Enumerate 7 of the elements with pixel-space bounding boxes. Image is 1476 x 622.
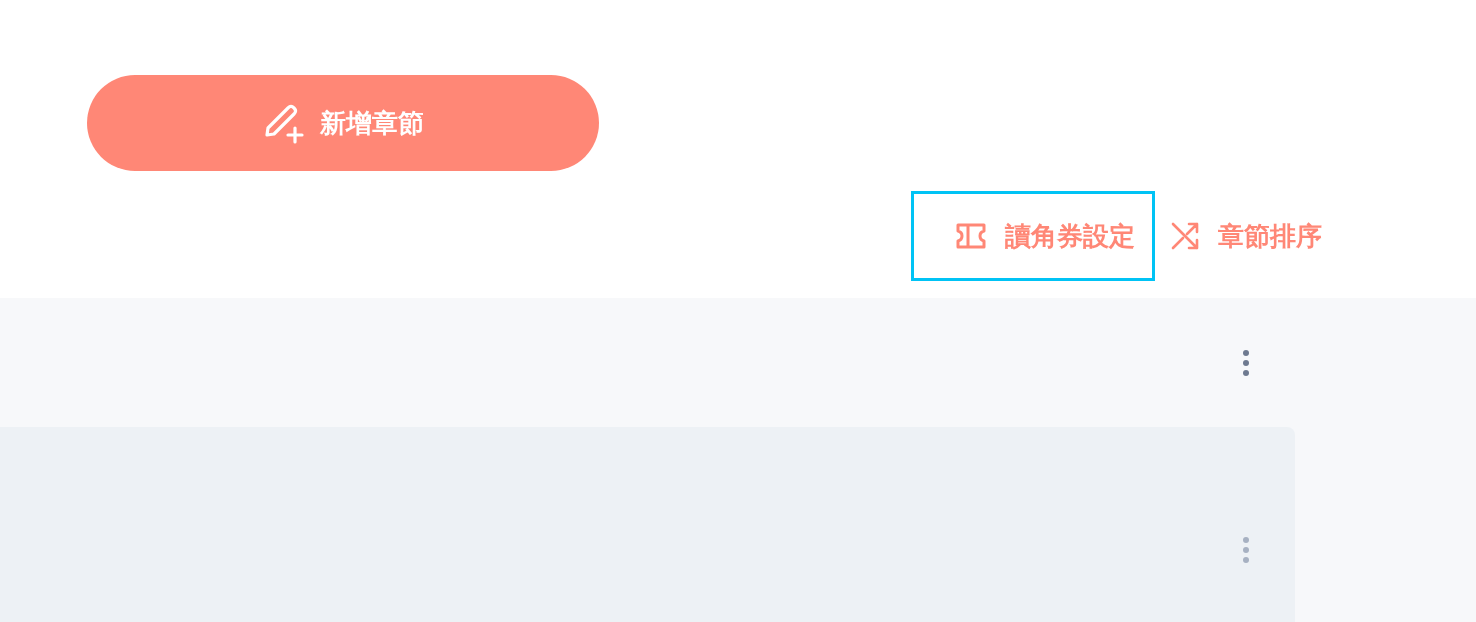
ticket-icon: [955, 222, 987, 250]
action-link[interactable]: 章節排序: [1167, 191, 1325, 281]
shuffle-icon: [1170, 221, 1200, 251]
add-chapter-button[interactable]: 新增章節: [87, 75, 599, 171]
more-options-icon[interactable]: [1242, 348, 1250, 377]
pencil-plus-icon: [262, 102, 304, 144]
action-link[interactable]: 讀角券設定: [911, 191, 1155, 281]
